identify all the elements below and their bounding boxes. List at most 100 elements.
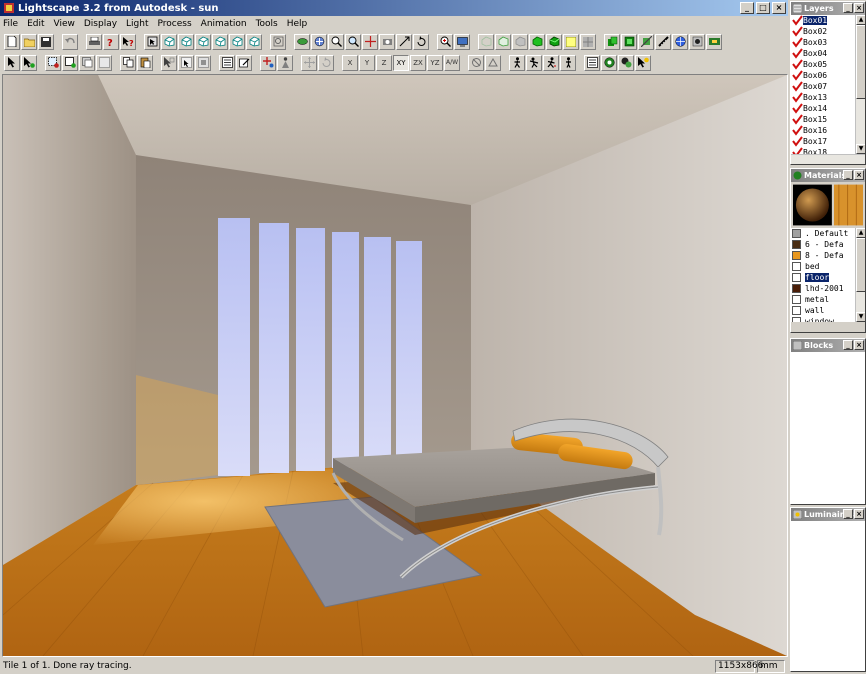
layers-minimize-button[interactable]: _	[843, 3, 853, 13]
view-back-button[interactable]	[178, 33, 194, 50]
edit-layer-button[interactable]	[236, 54, 252, 71]
luminaires-close-button[interactable]: ×	[854, 509, 864, 519]
menu-view[interactable]: View	[54, 19, 75, 29]
zoom-all-button[interactable]	[437, 33, 453, 50]
material-item[interactable]: 8 - Defa	[791, 250, 865, 261]
materials-panel-button[interactable]	[601, 54, 617, 71]
orbit-button[interactable]	[294, 33, 310, 50]
layer-item[interactable]: Box16	[791, 125, 865, 136]
add-light-button[interactable]	[260, 54, 276, 71]
menu-file[interactable]: File	[3, 19, 18, 29]
wireframe-button[interactable]	[478, 33, 494, 50]
rotate-button[interactable]	[318, 54, 334, 71]
select-pointer-green-button[interactable]	[21, 54, 37, 71]
layers-scroll-up-arrow[interactable]: ▲	[856, 15, 865, 25]
materials-scroll-thumb[interactable]	[856, 238, 865, 292]
material-item[interactable]: window	[791, 316, 865, 322]
menu-tools[interactable]: Tools	[256, 19, 278, 29]
blocks-panel-button[interactable]	[618, 54, 634, 71]
luminaire-editor-button[interactable]	[706, 33, 722, 50]
blocks-close-button[interactable]: ×	[854, 340, 864, 350]
align-button[interactable]	[468, 54, 484, 71]
view-right-button[interactable]	[212, 33, 228, 50]
layers-close-button[interactable]: ×	[854, 3, 864, 13]
walk-button[interactable]	[379, 33, 395, 50]
textured-button[interactable]	[546, 33, 562, 50]
menu-light[interactable]: Light	[126, 19, 148, 29]
help-button[interactable]: ?	[103, 33, 119, 50]
layer-item[interactable]: Box02	[791, 26, 865, 37]
materials-minimize-button[interactable]: _	[843, 170, 853, 180]
layer-item[interactable]: Box03	[791, 37, 865, 48]
checkmark-icon[interactable]	[791, 59, 803, 70]
view-bottom-button[interactable]	[246, 33, 262, 50]
zoom-window-button[interactable]	[328, 33, 344, 50]
render-button[interactable]	[672, 33, 688, 50]
select-all-button[interactable]	[79, 54, 95, 71]
layer-item[interactable]: Box01	[791, 15, 865, 26]
deselect-button[interactable]	[96, 54, 112, 71]
named-views-button[interactable]	[454, 33, 470, 50]
paste-button[interactable]	[137, 54, 153, 71]
material-item[interactable]: . Default	[791, 228, 865, 239]
layer-item[interactable]: Box17	[791, 136, 865, 147]
display-options-button[interactable]	[580, 33, 596, 50]
walk-person-button[interactable]	[509, 54, 525, 71]
layer-item[interactable]: Box05	[791, 59, 865, 70]
select-block-button[interactable]	[195, 54, 211, 71]
select-pointer-button[interactable]	[4, 54, 20, 71]
select-view-button[interactable]	[144, 33, 160, 50]
move-camera-button[interactable]	[362, 33, 378, 50]
material-item[interactable]: wall	[791, 305, 865, 316]
zoom-extents-button[interactable]	[270, 33, 286, 50]
materials-close-button[interactable]: ×	[854, 170, 864, 180]
select-crossing-button[interactable]	[62, 54, 78, 71]
materials-list[interactable]: . Default 6 - Defa 8 - Defa bed floor lhd-200…	[791, 228, 865, 322]
layers-panel-button[interactable]	[584, 54, 600, 71]
layer-manager-button[interactable]	[604, 33, 620, 50]
blocks-panel-title-bar[interactable]: Blocks _ ×	[791, 339, 865, 352]
zoom-button[interactable]	[345, 33, 361, 50]
properties-button[interactable]	[219, 54, 235, 71]
block-manager-button[interactable]	[621, 33, 637, 50]
title-bar[interactable]: Lightscape 3.2 from Autodesk - sun _ □ ×	[0, 0, 788, 16]
render-viewport[interactable]	[2, 74, 788, 657]
layer-item[interactable]: Box15	[791, 114, 865, 125]
checkmark-icon[interactable]	[791, 147, 803, 154]
luminaires-panel-title-bar[interactable]: Luminaires _ ×	[791, 508, 865, 521]
layers-panel-title-bar[interactable]: Layers _ ×	[791, 2, 865, 15]
snap-button[interactable]	[485, 54, 501, 71]
outline-button[interactable]	[495, 33, 511, 50]
menu-display[interactable]: Display	[84, 19, 117, 29]
new-file-button[interactable]	[4, 33, 20, 50]
layer-item[interactable]: Box07	[791, 81, 865, 92]
layers-scroll-thumb[interactable]	[856, 25, 865, 99]
close-button[interactable]: ×	[772, 2, 786, 14]
view-front-button[interactable]	[161, 33, 177, 50]
solid-button[interactable]	[512, 33, 528, 50]
light-color-button[interactable]	[563, 33, 579, 50]
measure-button[interactable]	[655, 33, 671, 50]
pan-button[interactable]	[311, 33, 327, 50]
run-person-button[interactable]	[543, 54, 559, 71]
light-properties-button[interactable]	[277, 54, 293, 71]
checkmark-icon[interactable]	[791, 81, 803, 92]
stand-person-button[interactable]	[560, 54, 576, 71]
checkmark-icon[interactable]	[791, 103, 803, 114]
luminaires-minimize-button[interactable]: _	[843, 509, 853, 519]
checkmark-icon[interactable]	[791, 37, 803, 48]
minimize-button[interactable]: _	[740, 2, 754, 14]
checkmark-icon[interactable]	[791, 92, 803, 103]
print-button[interactable]	[86, 33, 102, 50]
view-top-button[interactable]	[229, 33, 245, 50]
material-item[interactable]: 6 - Defa	[791, 239, 865, 250]
move-button[interactable]	[301, 54, 317, 71]
object-properties-button[interactable]	[638, 33, 654, 50]
axis-xy-button[interactable]: XY	[393, 54, 409, 71]
layers-hscrollbar[interactable]	[791, 154, 865, 164]
select-surface-button[interactable]	[161, 54, 177, 71]
menu-animation[interactable]: Animation	[201, 19, 247, 29]
layer-item[interactable]: Box04	[791, 48, 865, 59]
axis-yz-button[interactable]: YZ	[427, 54, 443, 71]
checkmark-icon[interactable]	[791, 125, 803, 136]
